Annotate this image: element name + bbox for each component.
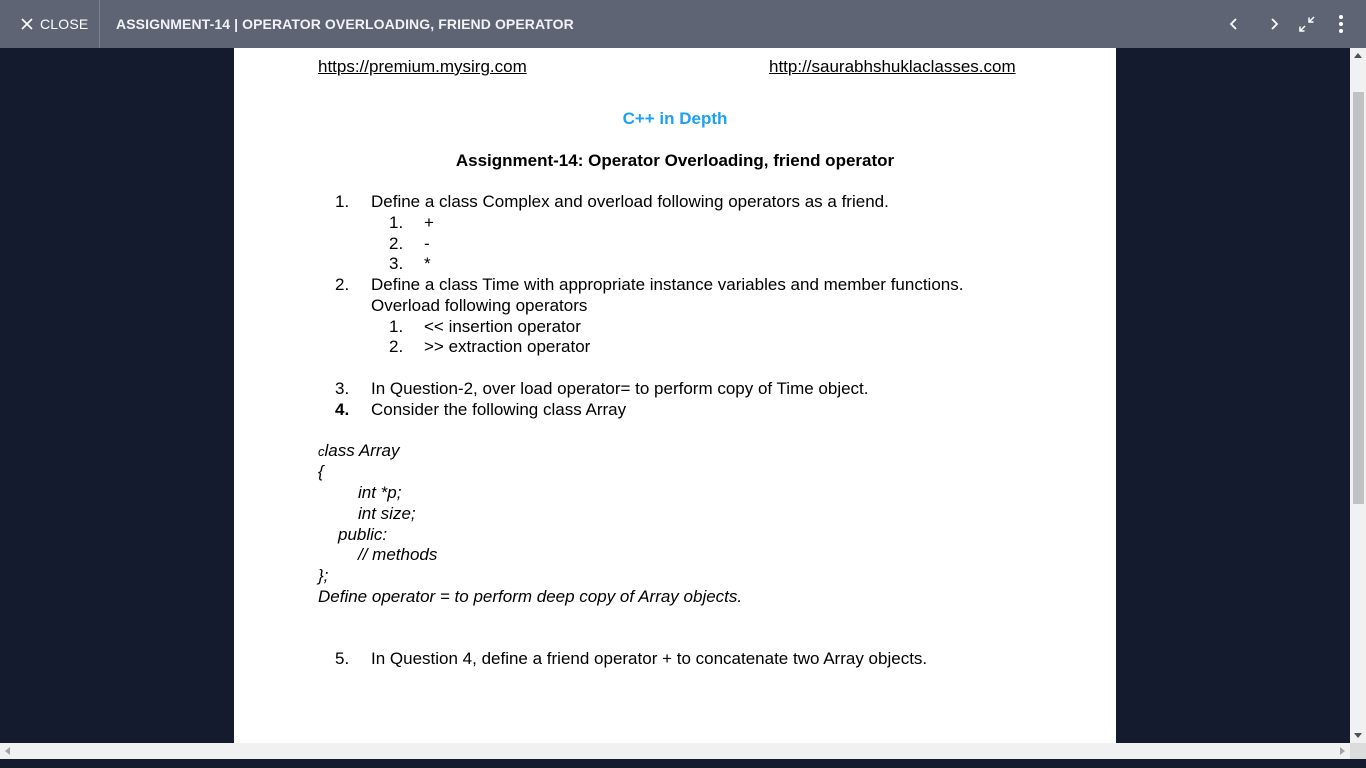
document-page: https://premium.mysirg.com http://saurab… (234, 48, 1116, 743)
exit-fullscreen-icon (1297, 15, 1317, 33)
code-line-close-brace: }; (318, 566, 329, 585)
scroll-right-icon[interactable] (1340, 747, 1345, 755)
q2-sub1-number: 1. (389, 317, 404, 336)
more-options-button[interactable] (1329, 12, 1353, 36)
horizontal-scrollbar[interactable] (0, 743, 1350, 759)
q2-text-line1: Define a class Time with appropriate ins… (371, 275, 964, 294)
code-line-methods: // methods (358, 545, 438, 564)
q2-sub2-number: 2. (389, 337, 404, 356)
previous-button[interactable] (1222, 12, 1246, 36)
close-button[interactable]: CLOSE (0, 0, 100, 48)
link-premium-mysirg[interactable]: https://premium.mysirg.com (318, 57, 527, 77)
document-title: ASSIGNMENT-14 | OPERATOR OVERLOADING, FR… (116, 16, 574, 32)
code-line-class: class Array (318, 441, 399, 462)
q3-text: In Question-2, over load operator= to pe… (371, 379, 869, 398)
q1-sub1-number: 1. (389, 213, 404, 232)
viewer-toolbar: CLOSE ASSIGNMENT-14 | OPERATOR OVERLOADI… (0, 0, 1366, 48)
code-line-class-rest: lass Array (324, 441, 400, 460)
scroll-up-icon[interactable] (1354, 53, 1362, 58)
code-line-public: public: (338, 525, 388, 544)
exit-fullscreen-button[interactable] (1295, 12, 1319, 36)
course-heading: C++ in Depth (622, 109, 728, 128)
chevron-right-icon (1268, 17, 1280, 31)
q2-number: 2. (335, 275, 350, 294)
more-vertical-icon (1338, 14, 1344, 34)
next-button[interactable] (1262, 12, 1286, 36)
q1-number: 1. (335, 192, 350, 211)
link-saurabhshuklaclasses[interactable]: http://saurabhshuklaclasses.com (769, 57, 1016, 77)
code-line-open-brace: { (318, 462, 324, 481)
scroll-down-icon[interactable] (1354, 733, 1362, 738)
q2-text-line2: Overload following operators (371, 296, 588, 315)
code-line-int-p: int *p; (358, 483, 402, 502)
q2-sub2-text: >> extraction operator (424, 337, 591, 356)
q1-text: Define a class Complex and overload foll… (371, 192, 889, 211)
vertical-scrollbar[interactable] (1350, 48, 1366, 743)
q1-sub2-number: 2. (389, 234, 404, 253)
q4-number: 4. (335, 400, 350, 419)
q5-text: In Question 4, define a friend operator … (371, 649, 928, 668)
vertical-scrollbar-thumb[interactable] (1353, 92, 1364, 504)
q1-sub3-text: * (424, 254, 431, 273)
chevron-left-icon (1228, 17, 1240, 31)
q2-sub1-text: << insertion operator (424, 317, 581, 336)
scrollbar-corner (1350, 743, 1366, 759)
scroll-left-icon[interactable] (5, 747, 10, 755)
close-icon (20, 17, 34, 31)
close-label: CLOSE (40, 16, 89, 32)
code-instruction: Define operator = to perform deep copy o… (318, 587, 743, 606)
q1-sub3-number: 3. (389, 254, 404, 273)
q1-sub2-text: - (424, 234, 430, 253)
bottom-strip (0, 759, 1366, 768)
q4-text: Consider the following class Array (371, 400, 627, 419)
q5-number: 5. (335, 649, 350, 668)
code-line-int-size: int size; (358, 504, 416, 523)
assignment-title: Assignment-14: Operator Overloading, fri… (455, 151, 895, 170)
q1-sub1-text: + (424, 213, 434, 232)
q3-number: 3. (335, 379, 350, 398)
